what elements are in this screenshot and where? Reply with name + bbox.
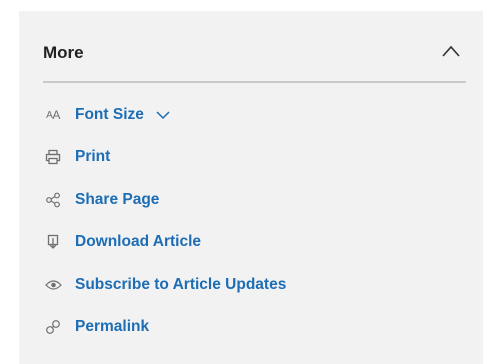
menu-item-share-page[interactable]: Share Page (43, 188, 159, 212)
menu-item-label: Download Article (75, 233, 202, 250)
menu-item-label: Subscribe to Article Updates (75, 276, 287, 293)
printer-icon (43, 147, 63, 167)
download-icon (43, 232, 63, 252)
share-icon (43, 190, 63, 210)
menu-item-download-article[interactable]: Download Article (43, 230, 201, 254)
menu-item-print[interactable]: Print (43, 145, 110, 169)
menu-item-permalink[interactable]: Permalink (43, 315, 149, 339)
menu-item-subscribe[interactable]: Subscribe to Article Updates (43, 273, 286, 297)
chevron-down-icon[interactable] (156, 110, 170, 120)
more-panel: More AA Font Size Print Share Page Downl… (19, 11, 483, 364)
more-panel-header[interactable]: More (43, 35, 466, 83)
chevron-up-icon[interactable] (442, 45, 460, 57)
menu-item-font-size[interactable]: AA Font Size (43, 103, 170, 127)
menu-item-label: Font Size (75, 106, 144, 123)
menu-item-label: Permalink (75, 318, 150, 335)
eye-icon (43, 275, 63, 295)
font-size-icon: AA (46, 108, 60, 122)
menu-item-label: Print (75, 148, 111, 165)
menu-item-label: Share Page (75, 191, 160, 208)
panel-title: More (43, 43, 84, 62)
link-icon (43, 317, 63, 337)
